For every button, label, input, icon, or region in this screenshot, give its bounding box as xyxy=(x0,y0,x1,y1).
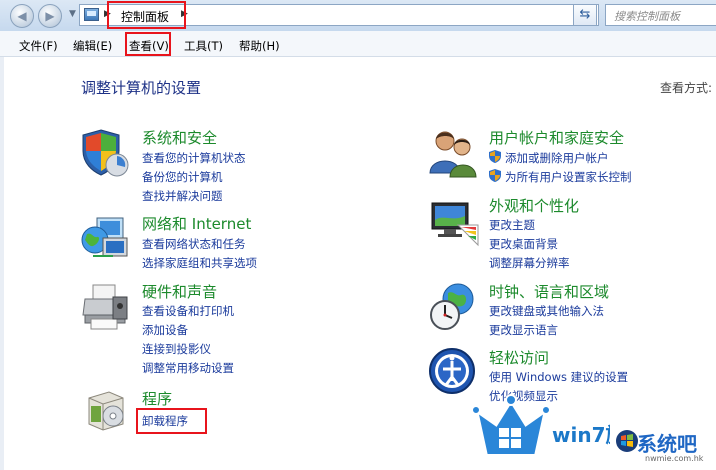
category-network-internet[interactable]: 网络和 Internet xyxy=(142,213,251,234)
link-network-status[interactable]: 查看网络状态和任务 xyxy=(142,236,246,252)
watermark-url-text: nwmie.com.hk xyxy=(645,454,704,463)
uac-shield-icon xyxy=(489,150,501,163)
category-programs[interactable]: 程序 xyxy=(142,388,172,409)
clock-globe-icon[interactable] xyxy=(428,281,480,333)
back-button[interactable]: ◀ xyxy=(10,4,34,28)
link-parental-controls[interactable]: 为所有用户设置家长控制 xyxy=(505,169,632,185)
category-ease-of-access[interactable]: 轻松访问 xyxy=(489,347,549,368)
link-change-theme[interactable]: 更改主题 xyxy=(489,217,535,233)
link-troubleshoot[interactable]: 查找并解决问题 xyxy=(142,188,223,204)
watermark-brand-text: 系统吧 xyxy=(637,432,697,456)
control-panel-icon xyxy=(84,8,99,21)
forward-button[interactable]: ▶ xyxy=(38,4,62,28)
users-icon[interactable] xyxy=(428,127,480,179)
link-add-remove-users[interactable]: 添加或删除用户帐户 xyxy=(505,150,609,166)
uac-shield-icon xyxy=(489,169,501,182)
link-devices-printers[interactable]: 查看设备和打印机 xyxy=(142,303,234,319)
search-input[interactable]: 搜索控制面板 xyxy=(605,4,716,26)
programs-box-icon[interactable] xyxy=(79,384,131,436)
link-view-computer-status[interactable]: 查看您的计算机状态 xyxy=(142,150,246,166)
link-homegroup-sharing[interactable]: 选择家庭组和共享选项 xyxy=(142,255,257,271)
menu-help[interactable]: 帮助(H) xyxy=(239,38,280,54)
category-clock-language-region[interactable]: 时钟、语言和区域 xyxy=(489,281,609,302)
link-windows-recommended-settings[interactable]: 使用 Windows 建议的设置 xyxy=(489,369,628,385)
menu-file[interactable]: 文件(F) xyxy=(19,38,58,54)
highlight-box-breadcrumb xyxy=(107,1,186,29)
link-change-keyboard[interactable]: 更改键盘或其他输入法 xyxy=(489,303,604,319)
highlight-box-view-menu xyxy=(125,32,171,56)
category-system-security[interactable]: 系统和安全 xyxy=(142,127,217,148)
menu-edit[interactable]: 编辑(E) xyxy=(73,38,112,54)
recent-pages-dropdown[interactable]: ▼ xyxy=(69,9,76,19)
view-by-label: 查看方式: xyxy=(660,81,713,95)
menu-tools[interactable]: 工具(T) xyxy=(184,38,223,54)
link-mobility-settings[interactable]: 调整常用移动设置 xyxy=(142,360,234,376)
link-desktop-background[interactable]: 更改桌面背景 xyxy=(489,236,558,252)
link-change-display-language[interactable]: 更改显示语言 xyxy=(489,322,558,338)
refresh-icon: ⇆ xyxy=(579,7,591,22)
refresh-button[interactable]: ⇆ xyxy=(573,4,597,26)
printer-icon[interactable] xyxy=(79,281,131,333)
windows-logo-icon xyxy=(616,430,638,452)
shield-flag-icon[interactable] xyxy=(79,127,131,179)
link-backup-computer[interactable]: 备份您的计算机 xyxy=(142,169,223,185)
window-left-edge xyxy=(0,57,4,470)
page-title: 调整计算机的设置 xyxy=(81,79,202,97)
link-connect-projector[interactable]: 连接到投影仪 xyxy=(142,341,211,357)
menu-bar: 文件(F) 编辑(E) 查看(V) 工具(T) 帮助(H) xyxy=(0,31,716,57)
watermark-crown-logo xyxy=(471,394,551,458)
network-globe-icon[interactable] xyxy=(79,212,131,264)
category-hardware-sound[interactable]: 硬件和声音 xyxy=(142,281,217,302)
link-add-device[interactable]: 添加设备 xyxy=(142,322,188,338)
link-screen-resolution[interactable]: 调整屏幕分辨率 xyxy=(489,255,570,271)
category-appearance[interactable]: 外观和个性化 xyxy=(489,195,579,216)
category-user-accounts[interactable]: 用户帐户和家庭安全 xyxy=(489,127,624,148)
highlight-box-uninstall xyxy=(136,408,207,434)
monitor-palette-icon[interactable] xyxy=(428,197,480,249)
